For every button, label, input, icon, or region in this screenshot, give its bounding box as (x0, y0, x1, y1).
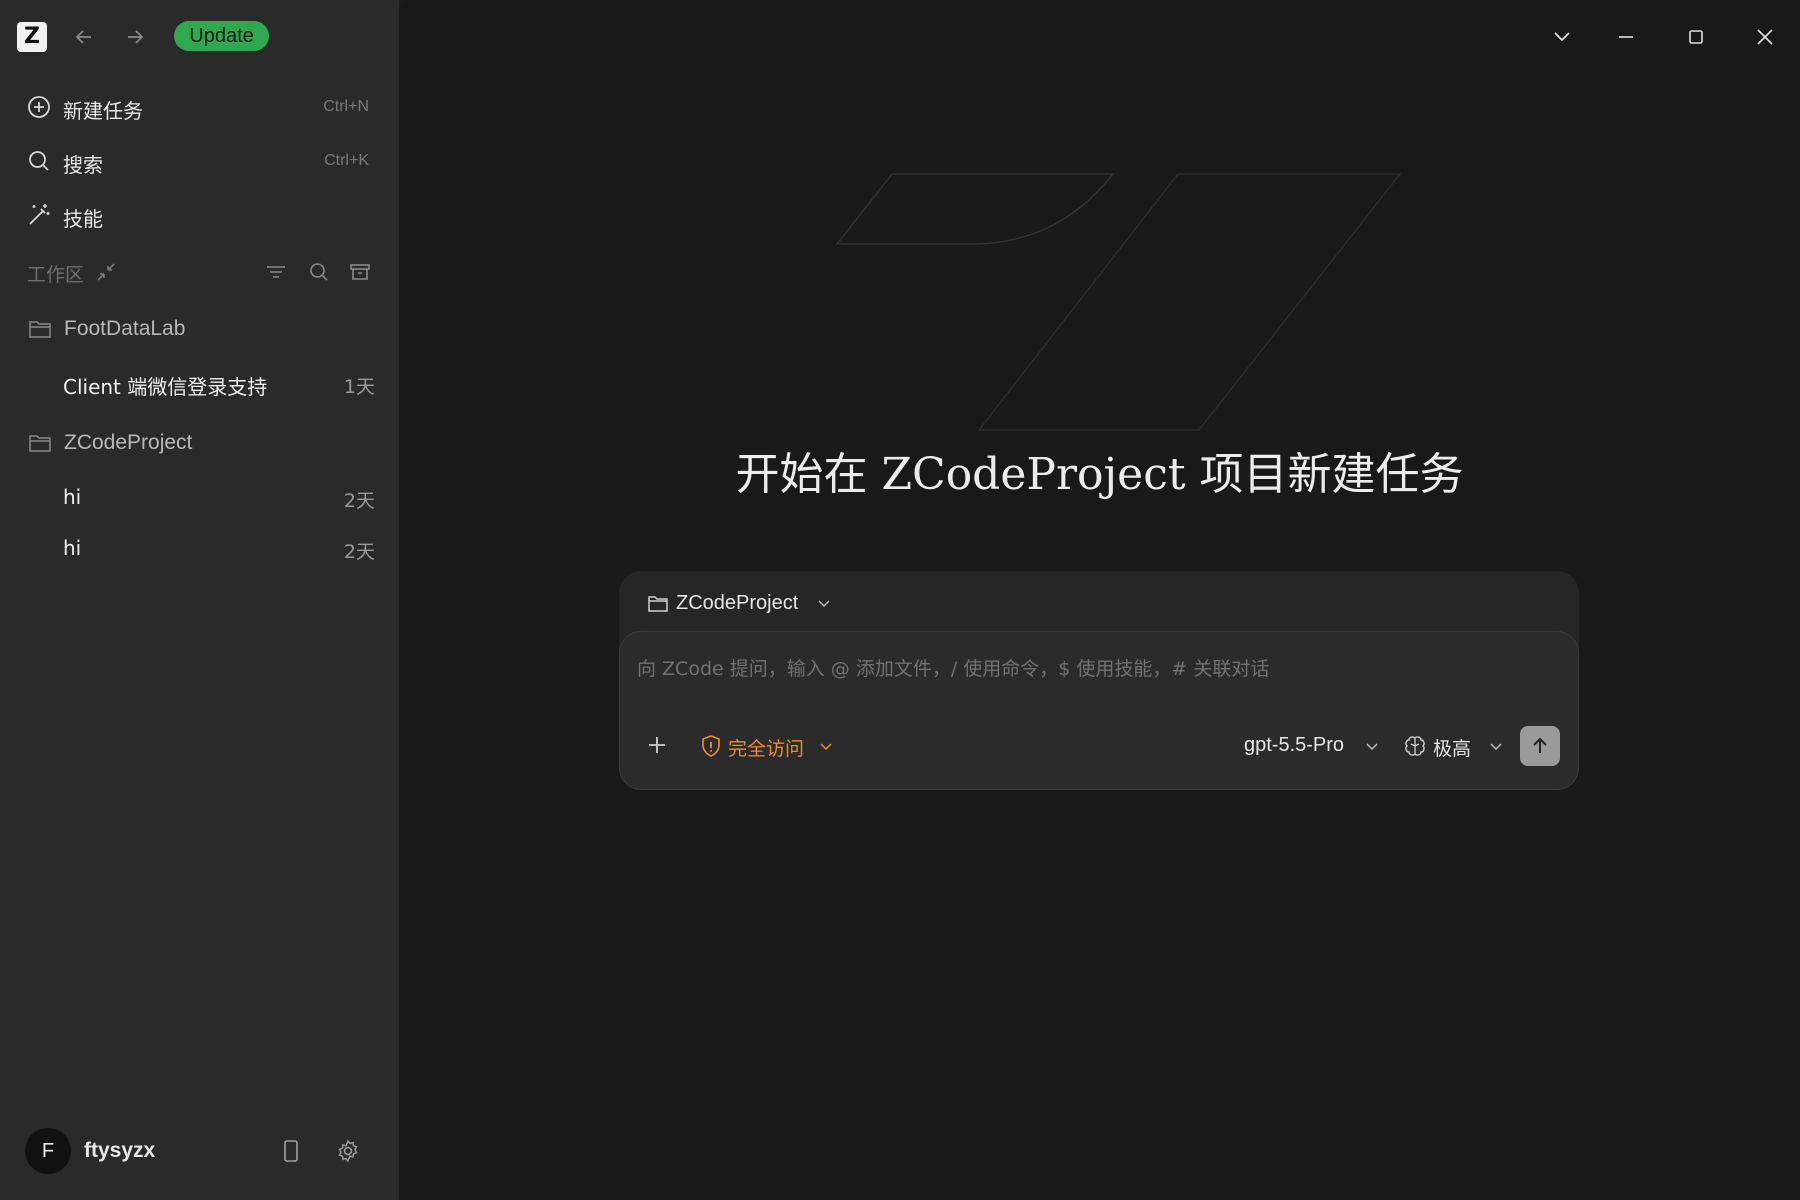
add-attachment-button[interactable] (642, 730, 672, 760)
folder-icon (29, 321, 51, 338)
chevron-down-icon (820, 743, 832, 751)
project-zcodeproject[interactable]: ZCodeProject (0, 420, 399, 466)
search-menu-item[interactable]: 搜索 Ctrl+K (0, 138, 399, 184)
prompt-input[interactable]: 向 ZCode 提问，输入 @ 添加文件，/ 使用命令，$ 使用技能，# 关联对… (619, 631, 1579, 790)
maximize-icon[interactable] (1681, 22, 1711, 52)
sidebar: Z Update 新建任务 Ctrl+N 搜索 Ctrl+K 技能 工作区 Fo… (0, 0, 399, 1200)
project-name: ZCodeProject (64, 431, 193, 454)
composer: ZCodeProject 向 ZCode 提问，输入 @ 添加文件，/ 使用命令… (619, 571, 1579, 790)
prompt-placeholder: 向 ZCode 提问，输入 @ 添加文件，/ 使用命令，$ 使用技能，# 关联对… (637, 658, 1270, 680)
arrow-left-icon (75, 30, 91, 44)
minimize-icon[interactable] (1611, 22, 1641, 52)
sidebar-topbar: Z Update (0, 0, 399, 72)
task-age: 2天 (343, 490, 375, 512)
plus-circle-icon (28, 96, 50, 118)
new-task-menu-item[interactable]: 新建任务 Ctrl+N (0, 84, 399, 130)
search-icon[interactable] (307, 260, 331, 284)
shortcut-hint: Ctrl+N (323, 98, 369, 115)
reasoning-effort-label: 极高 (1433, 738, 1472, 760)
task-title: hi (63, 485, 82, 509)
collapse-icon[interactable] (94, 260, 118, 284)
magic-wand-icon (29, 204, 50, 225)
model-label: gpt-5.5-Pro (1244, 734, 1345, 756)
back-button[interactable] (69, 22, 99, 52)
task-item[interactable]: hi 2天 (0, 474, 399, 520)
search-icon (29, 151, 49, 171)
project-name: FootDataLab (64, 317, 186, 340)
brain-icon (1405, 736, 1425, 756)
task-age: 1天 (343, 376, 375, 398)
filter-icon[interactable] (264, 260, 288, 284)
close-icon[interactable] (1750, 22, 1780, 52)
user-row: F ftysyzx (0, 1128, 399, 1176)
avatar[interactable]: F (25, 1128, 71, 1174)
menu-item-label: 技能 (63, 207, 103, 231)
shortcut-hint: Ctrl+K (324, 152, 369, 169)
task-item[interactable]: hi 2天 (0, 525, 399, 571)
task-title: Client 端微信登录支持 (63, 375, 268, 399)
access-mode-label: 完全访问 (728, 738, 805, 760)
phone-icon[interactable] (278, 1138, 304, 1164)
chevron-down-icon (1490, 743, 1502, 751)
update-button[interactable]: Update (174, 21, 269, 51)
send-button[interactable] (1520, 726, 1560, 766)
main-area: 开始在 ZCodeProject 项目新建任务 ZCodeProject 向 Z… (399, 0, 1800, 1200)
app-logo: Z (17, 22, 47, 52)
workspace-label: 工作区 (27, 264, 85, 286)
chevron-down-icon (818, 600, 830, 608)
workspace-header: 工作区 (0, 252, 399, 292)
archive-icon[interactable] (348, 260, 372, 284)
task-title: hi (63, 536, 82, 560)
page-title: 开始在 ZCodeProject 项目新建任务 (735, 449, 1464, 500)
gear-icon[interactable] (335, 1138, 361, 1164)
skills-menu-item[interactable]: 技能 (0, 192, 399, 238)
folder-icon (29, 435, 51, 452)
menu-item-label: 新建任务 (63, 99, 143, 123)
forward-button[interactable] (120, 22, 150, 52)
task-item[interactable]: Client 端微信登录支持 1天 (0, 360, 399, 406)
plus-icon (649, 737, 665, 753)
shield-alert-icon (702, 735, 720, 757)
chevron-down-icon[interactable] (1547, 22, 1577, 52)
task-age: 2天 (343, 541, 375, 563)
username[interactable]: ftysyzx (84, 1139, 155, 1163)
selected-project: ZCodeProject (676, 592, 799, 614)
arrow-right-icon (128, 30, 144, 44)
arrow-up-icon (1533, 737, 1547, 753)
project-footdatalab[interactable]: FootDataLab (0, 306, 399, 352)
menu-item-label: 搜索 (63, 153, 103, 177)
chevron-down-icon (1366, 743, 1378, 751)
folder-icon (648, 596, 668, 612)
